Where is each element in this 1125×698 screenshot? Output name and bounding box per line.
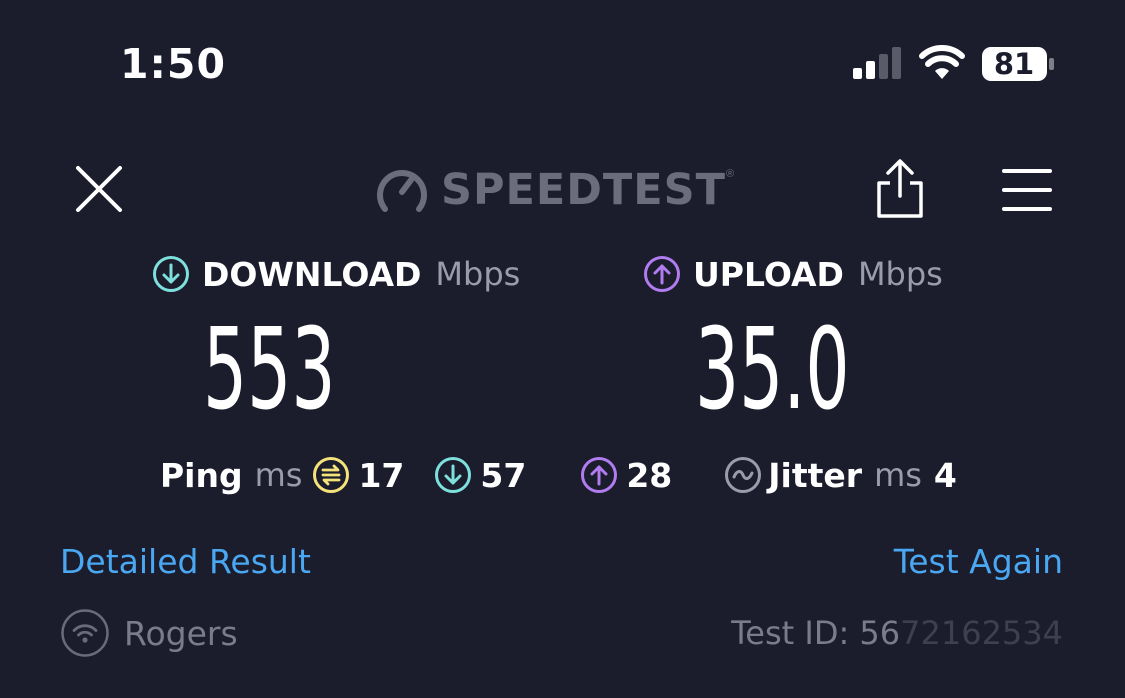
share-button[interactable] xyxy=(874,158,926,220)
menu-button[interactable] xyxy=(1001,166,1053,214)
jitter-label: Jitter xyxy=(768,455,863,495)
download-arrow-icon xyxy=(153,256,189,292)
latency-row: Ping ms 17 57 28 Jitter ms 4 xyxy=(160,452,957,498)
upload-header: UPLOAD Mbps xyxy=(643,253,943,295)
status-time: 1:50 xyxy=(120,40,226,88)
ping-unit: ms xyxy=(254,456,303,494)
speedometer-icon xyxy=(377,170,427,212)
isp-name: Rogers xyxy=(124,613,238,653)
upload-latency-icon xyxy=(581,457,618,493)
wifi-icon xyxy=(919,45,965,79)
test-id-label: Test ID: xyxy=(731,614,860,652)
battery-level: 81 xyxy=(993,47,1035,81)
upload-arrow-icon xyxy=(644,256,680,292)
test-id-visible: 56 xyxy=(859,614,901,652)
upload-label: UPLOAD xyxy=(693,254,844,294)
jitter-value: 4 xyxy=(933,455,957,495)
brand-trademark: ® xyxy=(725,168,735,180)
jitter-unit: ms xyxy=(874,456,922,494)
ping-label: Ping xyxy=(160,455,243,495)
upload-unit: Mbps xyxy=(857,255,943,293)
download-unit: Mbps xyxy=(435,255,521,293)
test-id-faded: 72162534 xyxy=(900,614,1063,652)
jitter-icon xyxy=(725,457,762,493)
cellular-signal-icon xyxy=(853,47,901,79)
upload-ping-value: 28 xyxy=(626,455,673,495)
battery-icon: 81 xyxy=(981,46,1055,82)
download-latency-icon xyxy=(435,457,472,493)
test-again-link[interactable]: Test Again xyxy=(894,542,1063,581)
download-ping-value: 57 xyxy=(480,455,527,495)
download-speed-value: 553 xyxy=(203,305,336,435)
isp-info: Rogers xyxy=(60,608,238,658)
download-label: DOWNLOAD xyxy=(202,254,422,294)
test-id: Test ID: 5672162534 xyxy=(731,614,1063,652)
brand-name: SPEEDTEST xyxy=(441,165,726,215)
idle-latency-icon xyxy=(313,457,350,493)
wifi-provider-icon xyxy=(61,609,109,657)
upload-speed-value: 35.0 xyxy=(695,305,850,435)
speedtest-logo: SPEEDTEST ® xyxy=(375,164,734,216)
close-button[interactable] xyxy=(74,164,124,214)
idle-ping-value: 17 xyxy=(358,455,405,495)
detailed-result-link[interactable]: Detailed Result xyxy=(60,542,311,581)
download-header: DOWNLOAD Mbps xyxy=(152,253,520,295)
